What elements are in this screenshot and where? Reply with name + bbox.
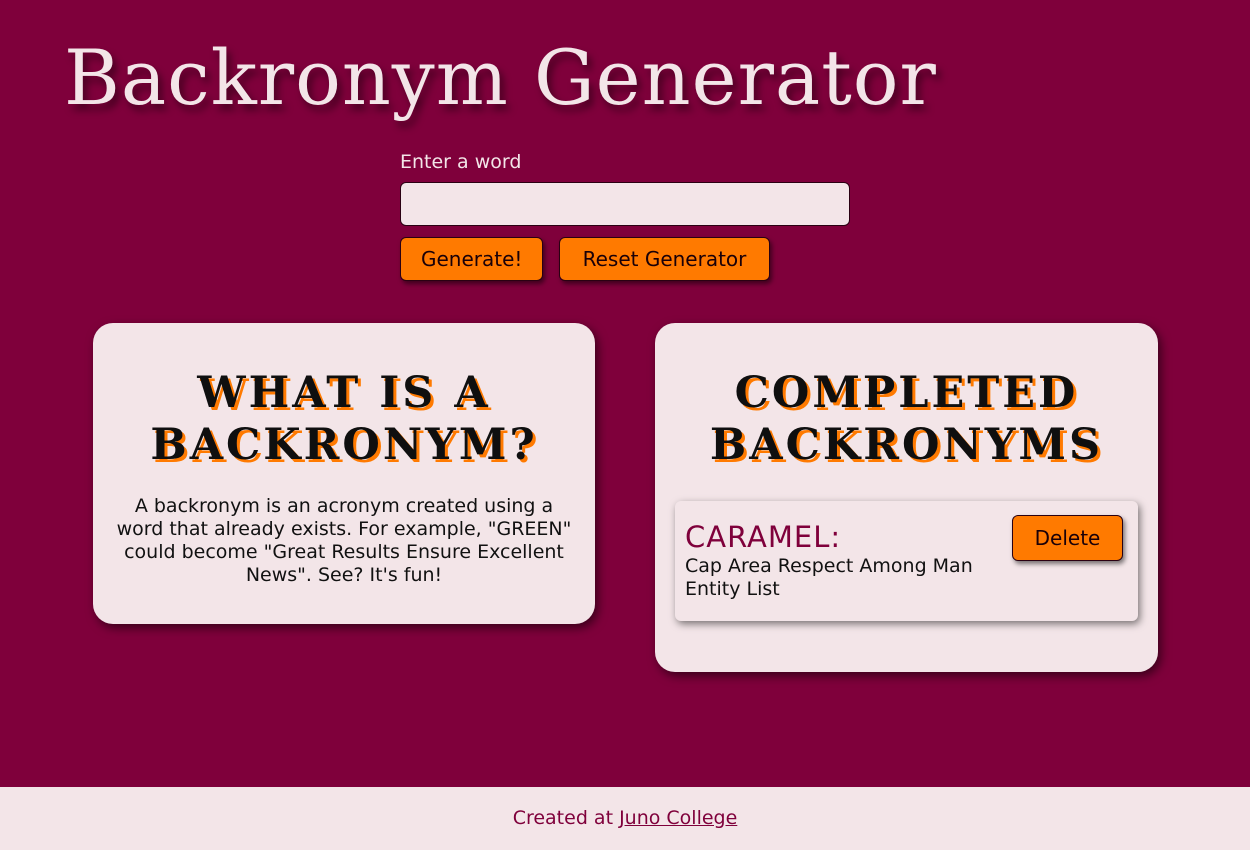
what-is-backronym-heading: What is a Backronym? [150,368,538,470]
what-is-backronym-card: What is a Backronym? A backronym is an a… [93,323,595,624]
footer-prefix: Created at [512,807,614,829]
word-input-label: Enter a word [400,151,522,173]
backronym-form: Enter a word Generate! Reset Generator [400,150,860,281]
delete-button[interactable]: Delete [1012,515,1123,561]
what-is-backronym-text: A backronym is an acronym created using … [116,495,572,586]
result-word: CARAMEL: [685,520,842,554]
juno-college-link[interactable]: Juno College [619,807,737,829]
backronym-result-item: CARAMEL: Cap Area Respect Among Man Enti… [675,501,1138,621]
form-buttons: Generate! Reset Generator [400,237,860,281]
word-input[interactable] [400,182,850,226]
generate-button[interactable]: Generate! [400,237,543,281]
page-title: Backronym Generator [64,33,937,122]
footer: Created at Juno College [0,787,1250,850]
result-phrase: Cap Area Respect Among Man Entity List [685,555,973,600]
completed-backronyms-heading: Completed Backronyms [709,368,1104,470]
reset-generator-button[interactable]: Reset Generator [559,237,770,281]
completed-backronyms-card: Completed Backronyms CARAMEL: Cap Area R… [655,323,1158,672]
